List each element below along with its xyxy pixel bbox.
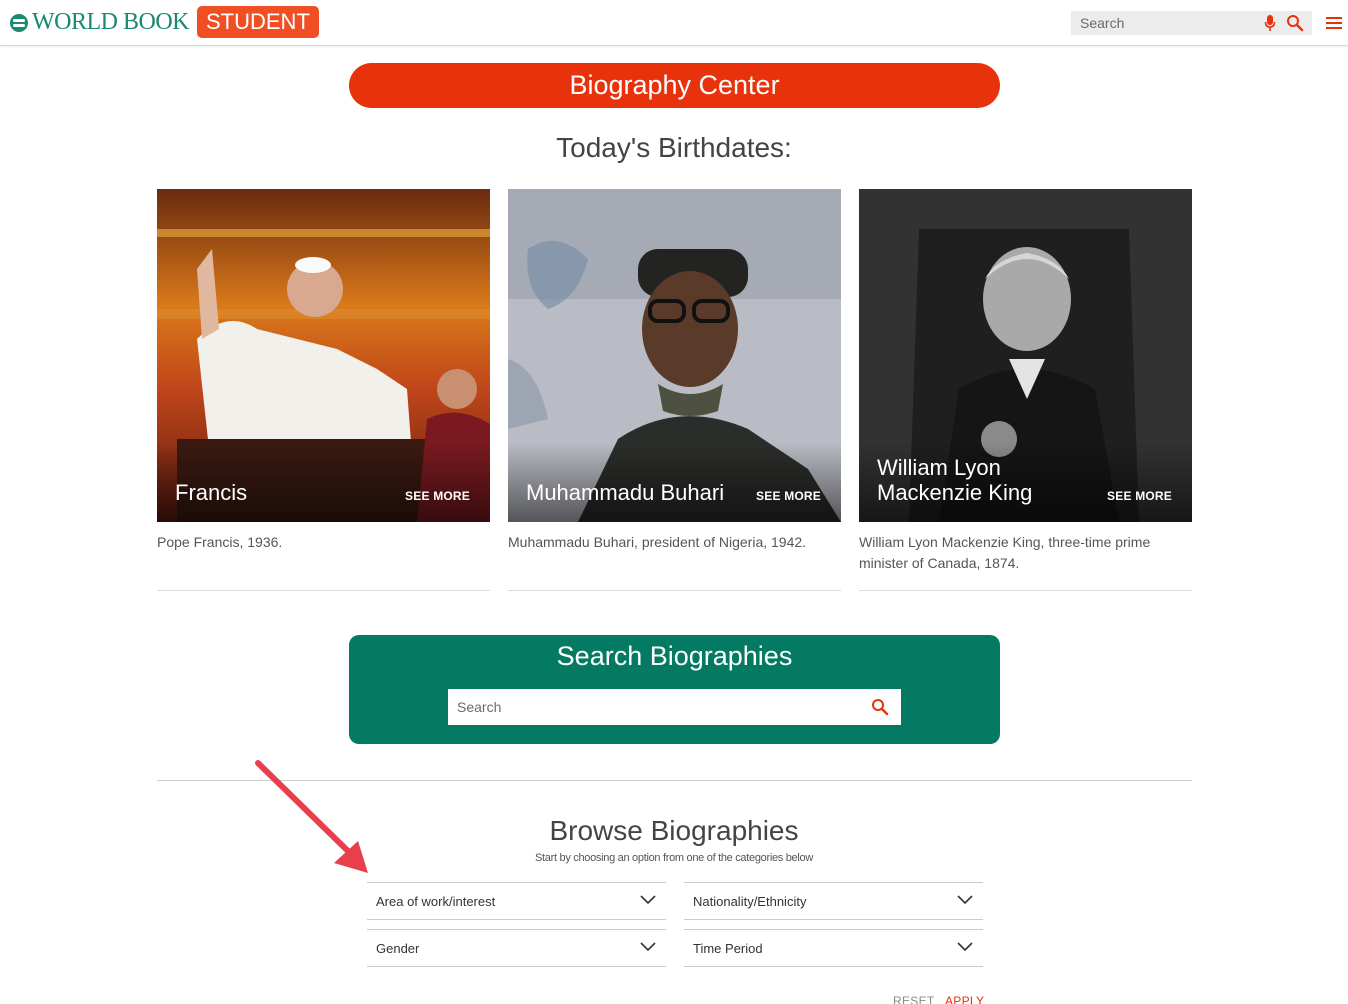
biography-center-banner: Biography Center: [349, 63, 1000, 108]
dropdown-label: Time Period: [693, 940, 763, 956]
chevron-down-icon: [957, 942, 973, 952]
card-photo[interactable]: Francis SEE MORE: [157, 189, 490, 522]
birthdate-card-mackenzie-king[interactable]: William Lyon Mackenzie King SEE MORE Wil…: [859, 189, 1192, 591]
card-caption: Muhammadu Buhari, president of Nigeria, …: [508, 532, 841, 591]
microphone-icon[interactable]: [1264, 14, 1276, 32]
hamburger-menu-icon[interactable]: [1326, 16, 1342, 30]
see-more-link[interactable]: SEE MORE: [756, 489, 821, 503]
dropdown-label: Gender: [376, 940, 420, 956]
see-more-link[interactable]: SEE MORE: [1107, 489, 1172, 503]
logo-text: WORLD BOOK: [32, 8, 190, 35]
annotation-arrow-icon: [255, 760, 368, 873]
dropdown-gender[interactable]: Gender: [367, 929, 666, 967]
header-search-box: [1071, 11, 1312, 35]
card-name[interactable]: William Lyon Mackenzie King: [877, 455, 1097, 505]
card-photo[interactable]: William Lyon Mackenzie King SEE MORE: [859, 189, 1192, 522]
birthdate-card-francis[interactable]: Francis SEE MORE Pope Francis, 1936.: [157, 189, 490, 591]
apply-button[interactable]: APPLY: [945, 994, 984, 1004]
dropdown-time-period[interactable]: Time Period: [684, 929, 983, 967]
globe-icon: [10, 14, 28, 32]
card-photo[interactable]: Muhammadu Buhari SEE MORE: [508, 189, 841, 522]
chevron-down-icon: [640, 942, 656, 952]
card-name[interactable]: Francis: [175, 480, 375, 505]
search-icon[interactable]: [871, 698, 889, 716]
biography-search-box: [448, 689, 901, 725]
search-biographies-title: Search Biographies: [556, 641, 793, 671]
birthdate-card-buhari[interactable]: Muhammadu Buhari SEE MORE Muhammadu Buha…: [508, 189, 841, 591]
dropdown-nationality-ethnicity[interactable]: Nationality/Ethnicity: [684, 882, 983, 920]
card-caption: William Lyon Mackenzie King, three-time …: [859, 532, 1192, 591]
search-biographies-panel: Search Biographies: [349, 635, 1000, 744]
todays-birthdates-heading: Today's Birthdates:: [556, 132, 792, 163]
reset-button[interactable]: RESET: [893, 994, 935, 1004]
see-more-link[interactable]: SEE MORE: [405, 489, 470, 503]
card-name[interactable]: Muhammadu Buhari: [526, 480, 766, 505]
header-search-input[interactable]: [1071, 15, 1251, 31]
chevron-down-icon: [957, 895, 973, 905]
chevron-down-icon: [640, 895, 656, 905]
dropdown-area-of-work[interactable]: Area of work/interest: [367, 882, 666, 920]
dropdown-label: Nationality/Ethnicity: [693, 893, 807, 909]
card-caption: Pope Francis, 1936.: [157, 532, 490, 591]
dropdown-label: Area of work/interest: [376, 893, 496, 909]
biography-search-input[interactable]: [448, 699, 848, 715]
world-book-student-logo[interactable]: WORLD BOOK STUDENT: [10, 6, 319, 38]
browse-biographies-subtitle: Start by choosing an option from one of …: [535, 852, 813, 864]
top-bar: WORLD BOOK STUDENT: [0, 0, 1348, 46]
search-icon[interactable]: [1286, 14, 1304, 32]
browse-biographies-heading: Browse Biographies: [549, 815, 799, 846]
logo-badge: STUDENT: [197, 6, 319, 38]
